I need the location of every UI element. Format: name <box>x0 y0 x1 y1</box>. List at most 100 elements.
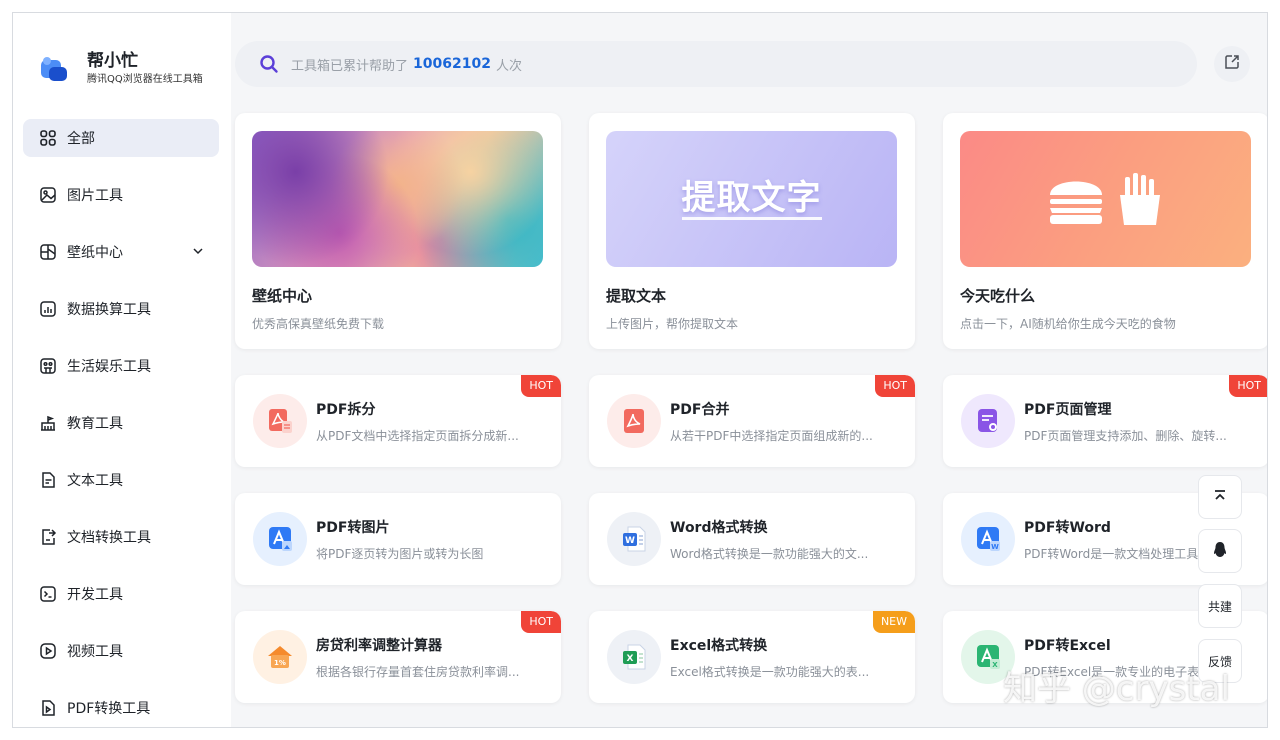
tool-card-word-convert[interactable]: W Word格式转换 Word格式转换是一款功能强大的文... <box>589 493 915 585</box>
back-to-top-button[interactable] <box>1198 475 1242 519</box>
featured-card-wallpaper[interactable]: 壁纸中心 优秀高保真壁纸免费下载 <box>235 113 561 349</box>
tool-title: PDF转Word <box>1024 520 1111 536</box>
sidebar-nav: 全部 图片工具 壁纸中心 数据换算工具 生活娱乐工具 教育工具 文本工具 文档转… <box>23 119 219 727</box>
qq-button[interactable] <box>1198 529 1242 573</box>
tool-desc: 根据各银行存量首套住房贷款利率调... <box>316 665 520 679</box>
sidebar-item-dev-tools[interactable]: 开发工具 <box>23 575 219 613</box>
hot-badge: HOT <box>875 375 915 397</box>
tool-title: PDF页面管理 <box>1024 402 1112 418</box>
sidebar-item-wallpaper[interactable]: 壁纸中心 <box>23 233 219 271</box>
sidebar-item-label: PDF转换工具 <box>67 701 151 717</box>
sidebar-item-label: 教育工具 <box>67 416 123 432</box>
wallpaper-thumbnail <box>252 131 543 267</box>
tool-title: PDF转Excel <box>1024 638 1111 654</box>
tool-card-pdf-merge[interactable]: PDF合并 从若干PDF中选择指定页面组成新的... HOT <box>589 375 915 467</box>
sidebar-item-text-tools[interactable]: 文本工具 <box>23 461 219 499</box>
school-icon <box>39 414 57 432</box>
tool-card-pdf-split[interactable]: PDF拆分 从PDF文档中选择指定页面拆分成新... HOT <box>235 375 561 467</box>
sidebar-item-image-tools[interactable]: 图片工具 <box>23 176 219 214</box>
share-icon <box>1224 54 1240 74</box>
extract-text-image-label: 提取文字 <box>681 177 822 220</box>
brand[interactable]: 帮小忙 腾讯QQ浏览器在线工具箱 <box>39 51 203 87</box>
tool-title: PDF合并 <box>670 402 730 418</box>
pdf-convert-icon <box>39 699 57 717</box>
search-bar[interactable]: 工具箱已累计帮助了 10062102 人次 <box>235 41 1197 87</box>
doc-convert-icon <box>39 528 57 546</box>
pdf-to-image-icon <box>253 512 307 566</box>
text-doc-icon <box>39 471 57 489</box>
sidebar-item-video-tools[interactable]: 视频工具 <box>23 632 219 670</box>
featured-desc: 点击一下，AI随机给你生成今天吃的食物 <box>960 317 1176 331</box>
new-badge: NEW <box>872 611 915 633</box>
app-window: 帮小忙 腾讯QQ浏览器在线工具箱 全部 图片工具 壁纸中心 数据换算工具 生活娱… <box>12 12 1268 728</box>
tool-desc: 从若干PDF中选择指定页面组成新的... <box>670 429 873 443</box>
brand-subtitle: 腾讯QQ浏览器在线工具箱 <box>87 74 203 85</box>
pdf-pages-icon <box>961 394 1015 448</box>
brand-title: 帮小忙 <box>87 51 138 71</box>
tool-desc: 从PDF文档中选择指定页面拆分成新... <box>316 429 519 443</box>
sidebar-item-label: 开发工具 <box>67 587 123 603</box>
search-placeholder-prefix: 工具箱已累计帮助了 <box>291 58 409 74</box>
featured-desc: 上传图片，帮你提取文本 <box>606 317 739 331</box>
excel-icon: X <box>607 630 661 684</box>
cobuild-label: 共建 <box>1207 599 1232 614</box>
tool-card-excel-convert[interactable]: X Excel格式转换 Excel格式转换是一款功能强大的表... NEW <box>589 611 915 703</box>
chevron-down-icon[interactable] <box>191 244 205 262</box>
sidebar-item-pdf-tools[interactable]: PDF转换工具 <box>23 689 219 727</box>
terminal-icon <box>39 585 57 603</box>
sidebar-item-education[interactable]: 教育工具 <box>23 404 219 442</box>
share-button[interactable] <box>1214 46 1250 82</box>
hot-badge: HOT <box>521 611 561 633</box>
sidebar-item-label: 文档转换工具 <box>67 530 151 546</box>
burger-fries-icon <box>1049 173 1160 225</box>
tool-card-pdf-to-image[interactable]: PDF转图片 将PDF逐页转为图片或转为长图 <box>235 493 561 585</box>
svg-text:1%: 1% <box>274 659 286 667</box>
house-icon: 1% <box>253 630 307 684</box>
cobuild-button[interactable]: 共建 <box>1198 584 1242 628</box>
tool-desc: 将PDF逐页转为图片或转为长图 <box>316 547 484 561</box>
featured-title: 提取文本 <box>606 287 667 305</box>
watermark: 知乎 @crystal <box>1003 669 1230 709</box>
sidebar-item-label: 文本工具 <box>67 473 123 489</box>
sidebar-item-doc-conversion[interactable]: 文档转换工具 <box>23 518 219 556</box>
image-icon <box>39 186 57 204</box>
search-placeholder-suffix: 人次 <box>495 58 522 74</box>
svg-text:X: X <box>627 654 634 664</box>
tool-card-mortgage-calculator[interactable]: 1% 房贷利率调整计算器 根据各银行存量首套住房贷款利率调... HOT <box>235 611 561 703</box>
tool-title: Excel格式转换 <box>670 638 768 654</box>
sidebar-item-entertainment[interactable]: 生活娱乐工具 <box>23 347 219 385</box>
grid-icon <box>39 129 57 147</box>
word-icon: W <box>607 512 661 566</box>
sidebar-item-data-conversion[interactable]: 数据换算工具 <box>23 290 219 328</box>
featured-title: 壁纸中心 <box>252 287 313 305</box>
hot-badge: HOT <box>521 375 561 397</box>
wallpaper-icon <box>39 243 57 261</box>
pdf-merge-icon <box>607 394 661 448</box>
featured-title: 今天吃什么 <box>960 287 1036 305</box>
pdf-split-icon <box>253 394 307 448</box>
tool-title: Word格式转换 <box>670 520 768 536</box>
sidebar-item-label: 图片工具 <box>67 188 123 204</box>
sidebar-item-all[interactable]: 全部 <box>23 119 219 157</box>
game-icon <box>39 357 57 375</box>
qq-icon <box>1212 541 1228 562</box>
sidebar: 帮小忙 腾讯QQ浏览器在线工具箱 全部 图片工具 壁纸中心 数据换算工具 生活娱… <box>13 13 231 727</box>
tool-title: 房贷利率调整计算器 <box>316 638 442 654</box>
tool-title: PDF转图片 <box>316 520 390 536</box>
sidebar-item-label: 视频工具 <box>67 644 123 660</box>
svg-text:W: W <box>991 543 999 551</box>
tool-desc: PDF页面管理支持添加、删除、旋转... <box>1024 429 1227 443</box>
back-to-top-icon <box>1212 488 1228 507</box>
tool-desc: Word格式转换是一款功能强大的文... <box>670 547 869 561</box>
search-icon <box>259 54 279 74</box>
brand-logo-icon <box>39 54 69 84</box>
help-count: 10062102 <box>413 56 491 72</box>
featured-card-what-to-eat[interactable]: 今天吃什么 点击一下，AI随机给你生成今天吃的食物 <box>943 113 1267 349</box>
sidebar-item-label: 全部 <box>67 131 95 147</box>
featured-card-extract-text[interactable]: 提取文字 提取文本 上传图片，帮你提取文本 <box>589 113 915 349</box>
sidebar-item-label: 壁纸中心 <box>67 245 123 261</box>
video-icon <box>39 642 57 660</box>
tool-title: PDF拆分 <box>316 402 376 418</box>
tool-card-pdf-pages[interactable]: PDF页面管理 PDF页面管理支持添加、删除、旋转... HOT <box>943 375 1267 467</box>
pdf-to-word-icon: W <box>961 512 1015 566</box>
